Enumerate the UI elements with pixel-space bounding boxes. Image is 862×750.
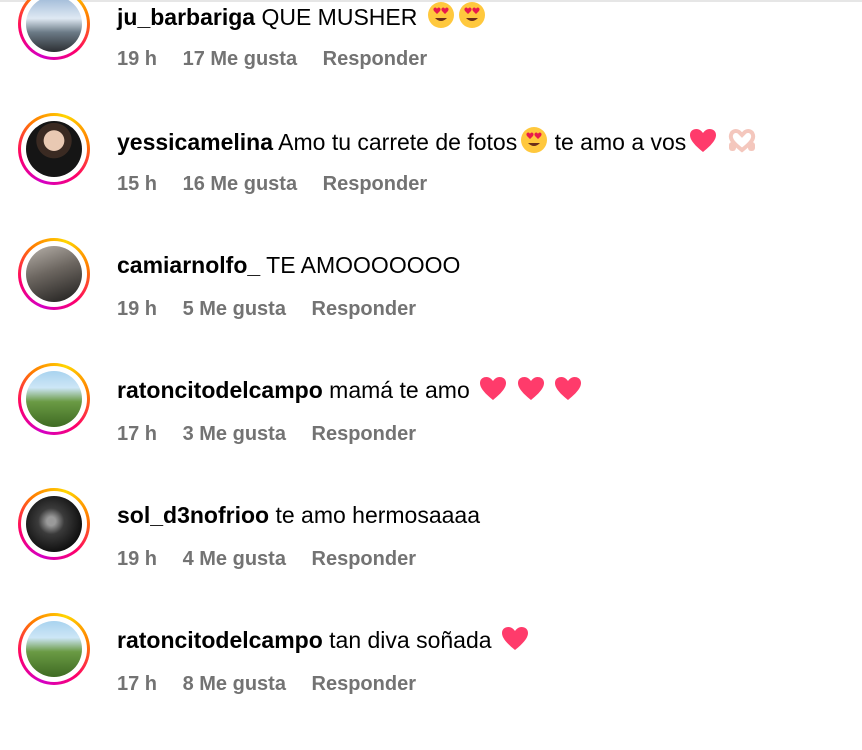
comment-item: yessicamelina Amo tu carrete de fotos te… <box>0 113 862 250</box>
comment-item: ju_barbariga QUE MUSHER 19 h 17 Me gusta… <box>0 0 862 125</box>
comment-text: te amo hermosaaaa <box>275 502 481 528</box>
comment-username[interactable]: ratoncitodelcampo <box>117 377 323 403</box>
avatar[interactable] <box>26 621 82 677</box>
reply-button[interactable]: Responder <box>312 423 416 445</box>
comment-time: 17 h <box>117 423 158 445</box>
likes-count[interactable]: 5 Me gusta <box>183 298 286 320</box>
story-ring[interactable] <box>18 363 90 435</box>
avatar[interactable] <box>26 0 82 52</box>
avatar[interactable] <box>26 246 82 302</box>
story-ring[interactable] <box>18 488 90 560</box>
comment-username[interactable]: ju_barbariga <box>117 4 255 30</box>
comment-item: camiarnolfo_ TE AMOOOOOOO 19 h 5 Me gust… <box>0 238 862 375</box>
comment-meta: 17 h 8 Me gusta Responder <box>117 672 436 696</box>
comment-time: 19 h <box>117 48 158 70</box>
heart-eyes-emoji <box>520 126 548 160</box>
comment-username[interactable]: sol_d3nofrioo <box>117 502 269 528</box>
comment-username[interactable]: ratoncitodelcampo <box>117 627 323 653</box>
story-ring[interactable] <box>18 113 90 185</box>
comment-item: sol_d3nofrioo te amo hermosaaaa 19 h 4 M… <box>0 488 862 625</box>
comment-username[interactable]: camiarnolfo_ <box>117 252 260 278</box>
comment-time: 19 h <box>117 298 158 320</box>
comment-text-line: ratoncitodelcampo tan diva soñada <box>117 626 529 658</box>
comment-meta: 19 h 17 Me gusta Responder <box>117 47 447 71</box>
comment-meta: 15 h 16 Me gusta Responder <box>117 172 447 196</box>
likes-count[interactable]: 17 Me gusta <box>183 48 297 70</box>
likes-count[interactable]: 8 Me gusta <box>183 673 286 695</box>
comment-item: ratoncitodelcampo tan diva soñada 17 h 8… <box>0 613 862 750</box>
comment-time: 19 h <box>117 548 158 570</box>
comment-text-line: sol_d3nofrioo te amo hermosaaaa <box>117 501 480 529</box>
comment-username[interactable]: yessicamelina <box>117 129 273 155</box>
comment-text-line: camiarnolfo_ TE AMOOOOOOO <box>117 251 460 279</box>
reply-button[interactable]: Responder <box>312 673 416 695</box>
pink-heart-emoji <box>517 376 545 408</box>
likes-count[interactable]: 3 Me gusta <box>183 423 286 445</box>
comment-meta: 19 h 4 Me gusta Responder <box>117 547 436 571</box>
heart-eyes-emoji <box>427 1 455 35</box>
reply-button[interactable]: Responder <box>312 298 416 320</box>
pink-heart-emoji <box>689 128 717 160</box>
comment-meta: 17 h 3 Me gusta Responder <box>117 422 436 446</box>
pink-heart-emoji <box>554 376 582 408</box>
avatar[interactable] <box>26 121 82 177</box>
avatar[interactable] <box>26 496 82 552</box>
avatar[interactable] <box>26 371 82 427</box>
pink-heart-emoji <box>479 376 507 408</box>
comment-text: QUE MUSHER <box>261 4 418 30</box>
story-ring[interactable] <box>18 613 90 685</box>
reply-button[interactable]: Responder <box>312 548 416 570</box>
reply-button[interactable]: Responder <box>323 48 427 70</box>
comment-item: ratoncitodelcampo mamá te amo 17 h 3 Me … <box>0 363 862 500</box>
comment-text-continued: te amo a vos <box>554 129 687 155</box>
comment-text-line: yessicamelina Amo tu carrete de fotos te… <box>117 126 757 160</box>
comment-text: tan diva soñada <box>329 627 492 653</box>
comment-meta: 19 h 5 Me gusta Responder <box>117 297 436 321</box>
reply-button[interactable]: Responder <box>323 173 427 195</box>
likes-count[interactable]: 4 Me gusta <box>183 548 286 570</box>
comment-time: 15 h <box>117 173 158 195</box>
heart-hands-emoji <box>727 128 757 160</box>
comment-time: 17 h <box>117 673 158 695</box>
likes-count[interactable]: 16 Me gusta <box>183 173 297 195</box>
comment-text-line: ju_barbariga QUE MUSHER <box>117 1 486 35</box>
comment-text-line: ratoncitodelcampo mamá te amo <box>117 376 582 408</box>
pink-heart-emoji <box>501 626 529 658</box>
story-ring[interactable] <box>18 238 90 310</box>
comment-text: mamá te amo <box>329 377 470 403</box>
story-ring[interactable] <box>18 0 90 60</box>
comment-text: Amo tu carrete de fotos <box>278 129 518 155</box>
heart-eyes-emoji <box>458 1 486 35</box>
comment-text: TE AMOOOOOOO <box>266 252 461 278</box>
